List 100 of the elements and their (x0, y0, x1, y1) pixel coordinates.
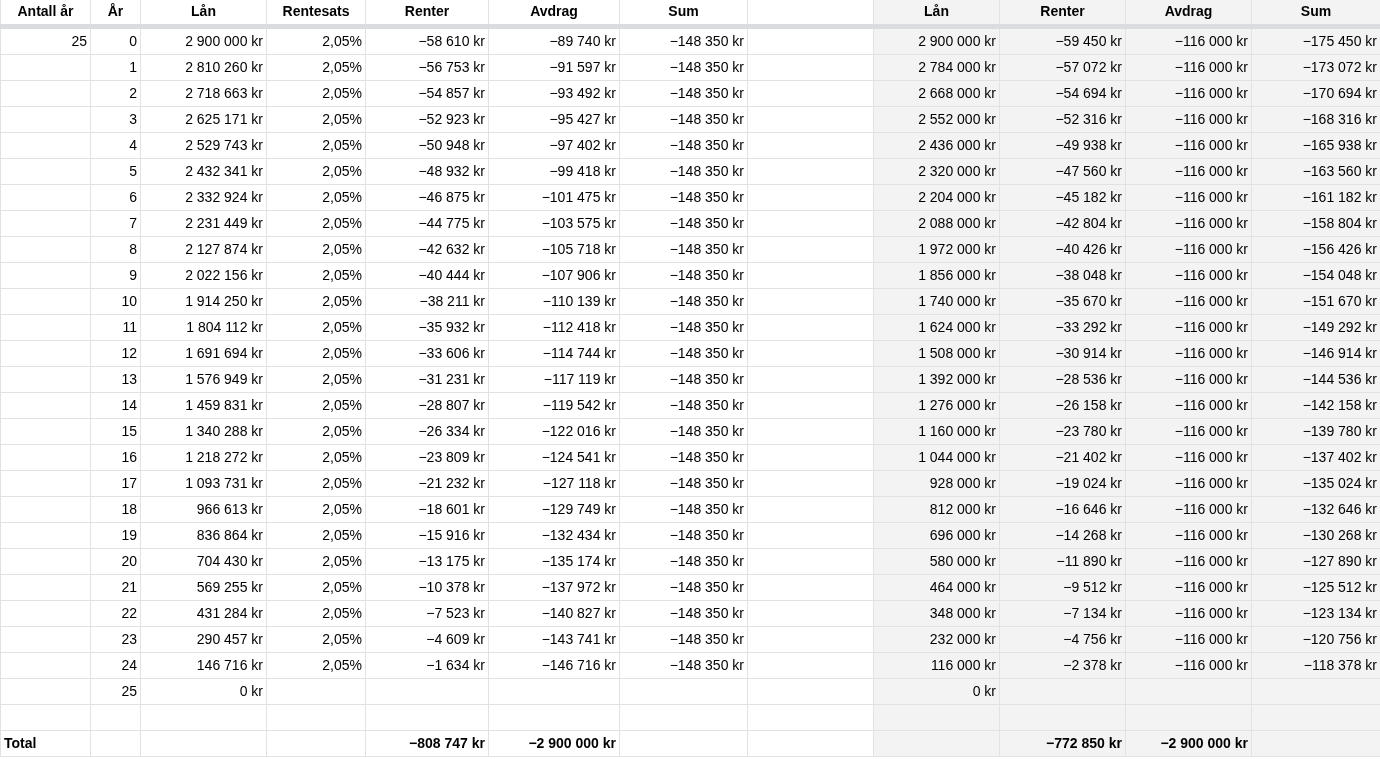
table-cell: 1 392 000 kr (918, 370, 996, 387)
table-cell: −23 780 kr (1055, 422, 1122, 439)
table-cell: −116 000 kr (1174, 474, 1248, 491)
table-cell: 2,05% (322, 292, 362, 309)
table-cell: −146 716 kr (541, 656, 616, 673)
table-cell: 431 284 kr (196, 604, 263, 621)
table-cell: −10 378 kr (418, 578, 485, 595)
table-cell: −116 000 kr (1174, 656, 1248, 673)
table-cell: −148 350 kr (669, 422, 744, 439)
table-cell: −35 932 kr (418, 318, 485, 335)
table-cell: −42 804 kr (1055, 214, 1122, 231)
table-cell: −2 378 kr (1063, 656, 1122, 673)
table-cell: −148 350 kr (669, 656, 744, 673)
table-cell: 23 (121, 630, 137, 647)
table-cell: 2,05% (322, 396, 362, 413)
table-cell: 16 (121, 448, 137, 465)
table-cell: −148 350 kr (669, 370, 744, 387)
table-cell: 2 552 000 kr (918, 110, 996, 127)
table-cell: 18 (121, 500, 137, 517)
table-cell: 2,05% (322, 344, 362, 361)
table-cell: −28 536 kr (1055, 370, 1122, 387)
table-cell: −30 914 kr (1055, 344, 1122, 361)
table-cell: −148 350 kr (669, 84, 744, 101)
table-cell: −116 000 kr (1174, 84, 1248, 101)
table-cell: 2,05% (322, 578, 362, 595)
table-cell: −40 444 kr (418, 266, 485, 283)
table-cell: −33 606 kr (418, 344, 485, 361)
table-cell: −7 523 kr (426, 604, 485, 621)
table-cell: −116 000 kr (1174, 630, 1248, 647)
table-cell: −116 000 kr (1174, 318, 1248, 335)
table-cell: 11 (122, 318, 137, 335)
table-cell: −137 972 kr (541, 578, 616, 595)
table-cell: −116 000 kr (1174, 526, 1248, 543)
table-cell: −116 000 kr (1174, 162, 1248, 179)
table-cell: −148 350 kr (669, 240, 744, 257)
table-cell: −116 000 kr (1174, 240, 1248, 257)
table-cell: −116 000 kr (1174, 552, 1248, 569)
column-header: Avdrag (1164, 3, 1213, 20)
table-cell: 2 668 000 kr (918, 84, 996, 101)
table-cell: 2 332 924 kr (185, 188, 263, 205)
table-cell: 19 (121, 526, 137, 543)
table-cell: −4 609 kr (426, 630, 485, 647)
table-cell: 2 784 000 kr (918, 58, 996, 75)
table-cell: −158 804 kr (1302, 214, 1377, 231)
table-cell: −116 000 kr (1174, 58, 1248, 75)
table-cell: −116 000 kr (1174, 266, 1248, 283)
table-cell: 348 000 kr (929, 604, 996, 621)
table-cell: −107 906 kr (541, 266, 616, 283)
table-cell: −148 350 kr (669, 578, 744, 595)
table-cell: −21 402 kr (1055, 448, 1122, 465)
table-cell: −91 597 kr (549, 58, 616, 75)
table-cell: −116 000 kr (1174, 578, 1248, 595)
table-cell: −116 000 kr (1174, 370, 1248, 387)
table-cell: 1 508 000 kr (918, 344, 996, 361)
table-cell: 928 000 kr (929, 474, 996, 491)
table-cell: 12 (121, 344, 137, 361)
table-cell: 2,05% (322, 188, 362, 205)
table-cell: −149 292 kr (1302, 318, 1377, 335)
table-cell: 2 (129, 84, 137, 101)
table-cell: 146 716 kr (196, 656, 263, 673)
table-cell: −116 000 kr (1174, 136, 1248, 153)
table-cell: −103 575 kr (541, 214, 616, 231)
table-cell: 1 624 000 kr (918, 318, 996, 335)
table-cell: 14 (121, 396, 137, 413)
table-cell: −148 350 kr (669, 526, 744, 543)
table-cell: −772 850 kr (1046, 734, 1122, 751)
table-cell: −148 350 kr (669, 474, 744, 491)
table-cell: −148 350 kr (669, 136, 744, 153)
table-cell: −148 350 kr (669, 32, 744, 49)
table-cell: −116 000 kr (1174, 500, 1248, 517)
table-cell: 2,05% (322, 552, 362, 569)
table-cell: −148 350 kr (669, 630, 744, 647)
table-cell: −11 890 kr (1056, 552, 1122, 569)
table-cell: 24 (121, 656, 137, 673)
table-cell: −116 000 kr (1174, 344, 1248, 361)
table-cell: −116 000 kr (1174, 110, 1248, 127)
table-cell: −33 292 kr (1055, 318, 1122, 335)
table-cell: −148 350 kr (669, 448, 744, 465)
table-cell: −21 232 kr (418, 474, 485, 491)
table-cell: −1 634 kr (426, 656, 485, 673)
table-cell: 1 972 000 kr (918, 240, 996, 257)
table-cell: −35 670 kr (1055, 292, 1122, 309)
table-cell: 1 093 731 kr (185, 474, 263, 491)
table-cell: 2 718 663 kr (185, 84, 263, 101)
table-cell: −170 694 kr (1302, 84, 1377, 101)
table-cell: 3 (129, 110, 137, 127)
table-cell: 1 044 000 kr (918, 448, 996, 465)
table-cell: 2,05% (322, 84, 362, 101)
column-header: Renter (1040, 3, 1085, 20)
table-cell: −2 900 000 kr (528, 734, 616, 751)
table-cell: 1 576 949 kr (185, 370, 263, 387)
column-header: Rentesats (282, 3, 350, 20)
table-cell: −97 402 kr (549, 136, 616, 153)
table-cell: 15 (121, 422, 137, 439)
table-cell: 25 (71, 32, 87, 49)
table-cell: −124 541 kr (541, 448, 616, 465)
table-cell: −142 158 kr (1302, 396, 1377, 413)
table-cell: −57 072 kr (1055, 58, 1122, 75)
table-cell: −59 450 kr (1055, 32, 1122, 49)
table-cell: −95 427 kr (549, 110, 616, 127)
